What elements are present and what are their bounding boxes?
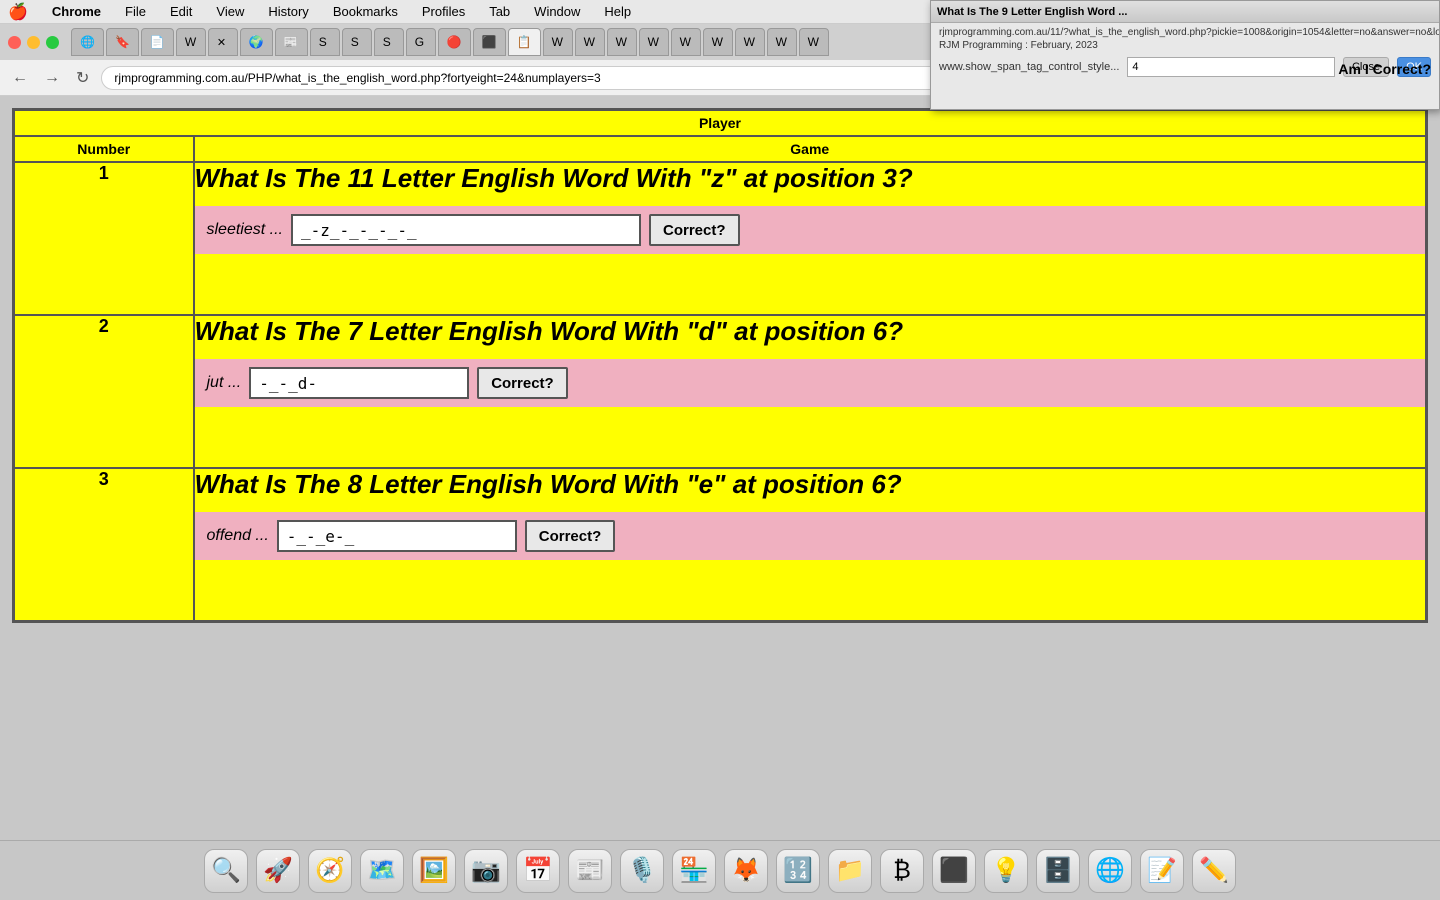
hint-text-1: sleetiest ...	[207, 221, 283, 239]
hint-text-2: jut ...	[207, 374, 242, 392]
popup-right-label: Am I Correct?	[1338, 61, 1431, 77]
menu-chrome[interactable]: Chrome	[48, 4, 105, 19]
row-number-3: 3	[14, 468, 194, 622]
tab-10[interactable]: S	[374, 28, 404, 56]
popup-window: What Is The 9 Letter English Word ... rj…	[930, 0, 1440, 110]
row-game-2: What Is The 7 Letter English Word With "…	[194, 315, 1427, 468]
answer-input-1[interactable]	[291, 214, 641, 246]
tab-11[interactable]: G	[406, 28, 436, 56]
tab-12[interactable]: 🔴	[438, 28, 471, 56]
tab-5[interactable]: ✕	[208, 28, 238, 56]
tab-1[interactable]: 🌐	[71, 28, 104, 56]
dock-safari[interactable]: 🧭	[308, 849, 352, 893]
traffic-lights	[8, 36, 59, 49]
correct-button-2[interactable]: Correct?	[477, 367, 568, 399]
popup-hint-label: www.show_span_tag_control_style...	[939, 61, 1119, 73]
tab-21[interactable]: W	[735, 28, 765, 56]
maximize-button[interactable]	[46, 36, 59, 49]
dock-news[interactable]: 📰	[568, 849, 612, 893]
dock-filezilla[interactable]: 📁	[828, 849, 872, 893]
main-content: Player Number Game 1What Is The 11 Lette…	[0, 96, 1440, 840]
dock-firefox[interactable]: 🦊	[724, 849, 768, 893]
row-game-3: What Is The 8 Letter English Word With "…	[194, 468, 1427, 622]
tab-4[interactable]: W	[176, 28, 206, 56]
row-number-2: 2	[14, 315, 194, 468]
header-player: Player	[14, 110, 1427, 137]
menu-edit[interactable]: Edit	[166, 4, 196, 19]
dock-bitcoin[interactable]: ₿	[880, 849, 924, 893]
dock-maps[interactable]: 🗺️	[360, 849, 404, 893]
header-number: Number	[14, 136, 194, 162]
dock-datagrip[interactable]: 🗄️	[1036, 849, 1080, 893]
hint-text-3: offend ...	[207, 527, 269, 545]
menu-history[interactable]: History	[264, 4, 312, 19]
popup-subtitle: RJM Programming : February, 2023	[931, 40, 1439, 53]
dock-photos[interactable]: 🖼️	[412, 849, 456, 893]
close-button[interactable]	[8, 36, 21, 49]
menu-tab[interactable]: Tab	[485, 4, 514, 19]
question-text-2: What Is The 7 Letter English Word With "…	[195, 316, 1426, 347]
tab-13[interactable]: ⬛	[473, 28, 506, 56]
row-game-1: What Is The 11 Letter English Word With …	[194, 162, 1427, 315]
menu-profiles[interactable]: Profiles	[418, 4, 469, 19]
tab-16[interactable]: W	[575, 28, 605, 56]
answer-row-3: offend ... Correct?	[195, 512, 1426, 560]
dock-calculator[interactable]: 🔢	[776, 849, 820, 893]
popup-title: What Is The 9 Letter English Word ...	[937, 6, 1127, 18]
tab-6[interactable]: 🌍	[240, 28, 273, 56]
popup-input[interactable]	[1127, 57, 1335, 77]
tab-22[interactable]: W	[767, 28, 797, 56]
dock-podcasts[interactable]: 🎙️	[620, 849, 664, 893]
tab-17[interactable]: W	[607, 28, 637, 56]
tab-3[interactable]: 📄	[141, 28, 174, 56]
dock-scripteditor[interactable]: ✏️	[1192, 849, 1236, 893]
answer-row-2: jut ... Correct?	[195, 359, 1426, 407]
popup-title-bar: What Is The 9 Letter English Word ...	[931, 1, 1439, 23]
tab-7[interactable]: 📰	[275, 28, 308, 56]
answer-input-3[interactable]	[277, 520, 517, 552]
dock-launchpad[interactable]: 🚀	[256, 849, 300, 893]
correct-button-1[interactable]: Correct?	[649, 214, 740, 246]
answer-row-1: sleetiest ... Correct?	[195, 206, 1426, 254]
dock-finder[interactable]: 🔍	[204, 849, 248, 893]
popup-url: rjmprogramming.com.au/11/?what_is_the_en…	[931, 23, 1439, 40]
menu-window[interactable]: Window	[530, 4, 584, 19]
dock-calendar[interactable]: 📅	[516, 849, 560, 893]
dock: 🔍 🚀 🧭 🗺️ 🖼️ 📷 📅 📰 🎙️ 🏪 🦊 🔢 📁 ₿ ⬛ 💡 🗄️ 🌐 …	[0, 840, 1440, 900]
game-table: Player Number Game 1What Is The 11 Lette…	[12, 108, 1428, 623]
header-game: Game	[194, 136, 1427, 162]
menu-bookmarks[interactable]: Bookmarks	[329, 4, 402, 19]
tab-active[interactable]: 📋	[508, 28, 541, 56]
menu-file[interactable]: File	[121, 4, 150, 19]
reload-button[interactable]: ↻	[72, 66, 93, 90]
menu-help[interactable]: Help	[600, 4, 635, 19]
apple-menu[interactable]: 🍎	[8, 2, 28, 22]
dock-terminal[interactable]: ⬛	[932, 849, 976, 893]
dock-appstore[interactable]: 🏪	[672, 849, 716, 893]
question-text-3: What Is The 8 Letter English Word With "…	[195, 469, 1426, 500]
correct-button-3[interactable]: Correct?	[525, 520, 616, 552]
forward-button[interactable]: →	[40, 67, 64, 89]
dock-intellij[interactable]: 💡	[984, 849, 1028, 893]
table-row: 1What Is The 11 Letter English Word With…	[14, 162, 1427, 315]
tab-8[interactable]: S	[310, 28, 340, 56]
question-text-1: What Is The 11 Letter English Word With …	[195, 163, 1426, 194]
tab-20[interactable]: W	[703, 28, 733, 56]
table-row: 3What Is The 8 Letter English Word With …	[14, 468, 1427, 622]
tab-19[interactable]: W	[671, 28, 701, 56]
row-number-1: 1	[14, 162, 194, 315]
answer-input-2[interactable]	[249, 367, 469, 399]
back-button[interactable]: ←	[8, 67, 32, 89]
tab-23[interactable]: W	[799, 28, 829, 56]
table-row: 2What Is The 7 Letter English Word With …	[14, 315, 1427, 468]
tab-2[interactable]: 🔖	[106, 28, 139, 56]
dock-facetime[interactable]: 📷	[464, 849, 508, 893]
tab-9[interactable]: S	[342, 28, 372, 56]
dock-chrome[interactable]: 🌐	[1088, 849, 1132, 893]
dock-notes[interactable]: 📝	[1140, 849, 1184, 893]
minimize-button[interactable]	[27, 36, 40, 49]
menu-view[interactable]: View	[212, 4, 248, 19]
tab-15[interactable]: W	[543, 28, 573, 56]
tab-18[interactable]: W	[639, 28, 669, 56]
